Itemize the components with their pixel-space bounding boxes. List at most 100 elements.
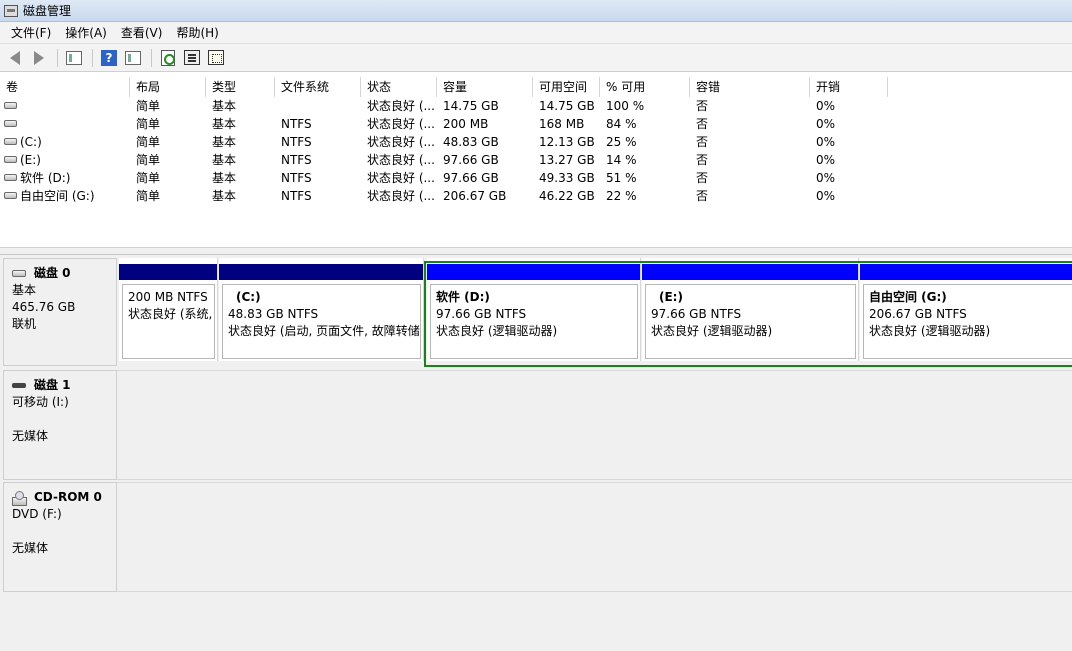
free-space-cell: 13.27 GB [539,153,595,167]
menu-action[interactable]: 操作(A) [58,22,114,43]
type-cell: 基本 [212,135,237,149]
type-cell: 基本 [212,117,237,131]
refresh-button[interactable] [157,47,179,69]
table-row[interactable]: (E:) 简单 基本 NTFS 状态良好 (... 97.66 GB 13.27… [0,151,900,169]
menu-view[interactable]: 查看(V) [114,22,170,43]
partition-primary-bar [219,264,423,280]
overhead-cell: 0% [816,99,836,113]
disk-1-info[interactable]: 磁盘 1 可移动 (I:) 无媒体 [3,370,117,480]
removable-disk-icon [12,383,26,388]
fault-tolerance-cell: 否 [696,189,709,203]
filesystem-cell: NTFS [281,153,312,167]
partition-status: 状态良好 (系统, [128,307,213,321]
back-arrow-icon [10,50,20,65]
disk-0-size: 465.76 GB [12,300,76,314]
console-tree-button[interactable] [63,47,85,69]
toolbar-separator [151,48,152,67]
pane-splitter[interactable] [0,247,1072,255]
volume-list-header: 卷 布局 类型 文件系统 状态 容量 可用空间 % 可用 容错 开销 [0,77,888,97]
table-row[interactable]: (C:) 简单 基本 NTFS 状态良好 (... 48.83 GB 12.13… [0,133,900,151]
cdrom-0-state: 无媒体 [12,541,49,555]
menu-bar: 文件(F) 操作(A) 查看(V) 帮助(H) [0,22,1072,44]
partition-body: (E:) 97.66 GB NTFS 状态良好 (逻辑驱动器) [645,284,856,359]
table-row[interactable]: 简单 基本 状态良好 (... 14.75 GB 14.75 GB 100 % … [0,97,900,115]
volume-icon [4,120,17,127]
partition-body: (C:) 48.83 GB NTFS 状态良好 (启动, 页面文件, 故障转储 [222,284,421,359]
fault-tolerance-cell: 否 [696,117,709,131]
column-header-type[interactable]: 类型 [206,77,275,97]
view-button[interactable] [205,47,227,69]
filesystem-cell: NTFS [281,189,312,203]
column-header-filesystem[interactable]: 文件系统 [275,77,361,97]
capacity-cell: 97.66 GB [443,171,499,185]
column-header-volume[interactable]: 卷 [0,77,130,97]
status-cell: 状态良好 (... [367,99,435,113]
partition-name: 自由空间 (G:) [869,290,947,304]
show-hide-pane-button[interactable] [122,47,144,69]
layout-cell: 简单 [136,153,161,167]
cdrom-0-empty-area[interactable] [117,482,1072,592]
table-row[interactable]: 软件 (D:) 简单 基本 NTFS 状态良好 (... 97.66 GB 49… [0,169,900,187]
properties-button[interactable] [181,47,203,69]
help-button[interactable]: ? [98,47,120,69]
column-header-overhead[interactable]: 开销 [810,77,888,97]
volume-cell: (E:) [0,151,130,169]
fault-tolerance-cell: 否 [696,171,709,185]
volume-icon [4,102,17,109]
column-header-layout[interactable]: 布局 [130,77,206,97]
percent-free-cell: 100 % [606,99,645,113]
capacity-cell: 48.83 GB [443,135,499,149]
help-icon: ? [101,49,117,66]
overhead-cell: 0% [816,135,836,149]
disk-1-empty-area[interactable] [117,370,1072,480]
cdrom-0-info[interactable]: CD-ROM 0 DVD (F:) 无媒体 [3,482,117,592]
partition-e[interactable]: (E:) 97.66 GB NTFS 状态良好 (逻辑驱动器) [642,258,859,361]
percent-free-cell: 51 % [606,171,637,185]
column-header-status[interactable]: 状态 [361,77,437,97]
disk-0-title: 磁盘 0 [12,265,116,282]
column-header-fault-tolerance[interactable]: 容错 [690,77,810,97]
free-space-cell: 46.22 GB [539,189,595,203]
forward-arrow-icon [34,50,44,65]
percent-free-cell: 22 % [606,189,637,203]
partition-c[interactable]: (C:) 48.83 GB NTFS 状态良好 (启动, 页面文件, 故障转储 [219,258,424,361]
menu-help[interactable]: 帮助(H) [169,22,225,43]
table-row[interactable]: 自由空间 (G:) 简单 基本 NTFS 状态良好 (... 206.67 GB… [0,187,900,205]
partition-logical-bar [642,264,858,280]
partition-status: 状态良好 (启动, 页面文件, 故障转储 [228,324,420,338]
filesystem-cell: NTFS [281,117,312,131]
menu-file[interactable]: 文件(F) [4,22,58,43]
partition-d[interactable]: 软件 (D:) 97.66 GB NTFS 状态良好 (逻辑驱动器) [427,258,641,361]
partition-size: 200 MB NTFS [128,290,208,304]
partition-system-reserved[interactable]: 200 MB NTFS 状态良好 (系统, [119,258,218,361]
properties-icon [184,50,200,65]
type-cell: 基本 [212,171,237,185]
partition-size: 206.67 GB NTFS [869,307,967,321]
cdrom-0-row: CD-ROM 0 DVD (F:) 无媒体 [0,482,1072,592]
partition-body: 软件 (D:) 97.66 GB NTFS 状态良好 (逻辑驱动器) [430,284,638,359]
partition-body: 200 MB NTFS 状态良好 (系统, [122,284,215,359]
volume-name: 软件 (D:) [20,171,71,185]
partition-g[interactable]: 自由空间 (G:) 206.67 GB NTFS 状态良好 (逻辑驱动器) [860,258,1072,361]
toolbar-separator [57,48,58,67]
back-button[interactable] [4,47,26,69]
volume-icon [4,138,17,145]
column-header-free-space[interactable]: 可用空间 [533,77,600,97]
fault-tolerance-cell: 否 [696,135,709,149]
disk-0-info[interactable]: 磁盘 0 基本 465.76 GB 联机 [3,258,117,366]
column-header-percent-free[interactable]: % 可用 [600,77,690,97]
capacity-cell: 200 MB [443,117,489,131]
status-cell: 状态良好 (... [367,117,435,131]
forward-button[interactable] [28,47,50,69]
fault-tolerance-cell: 否 [696,153,709,167]
status-cell: 状态良好 (... [367,171,435,185]
partition-primary-bar [119,264,217,280]
table-row[interactable]: 简单 基本 NTFS 状态良好 (... 200 MB 168 MB 84 % … [0,115,900,133]
type-cell: 基本 [212,189,237,203]
volume-cell: 软件 (D:) [0,169,130,187]
disk-management-app-icon [4,4,18,17]
show-hide-pane-icon [125,50,141,65]
disk-0-row: 磁盘 0 基本 465.76 GB 联机 200 MB NTFS 状态良好 (系… [0,258,1072,368]
column-header-capacity[interactable]: 容量 [437,77,533,97]
